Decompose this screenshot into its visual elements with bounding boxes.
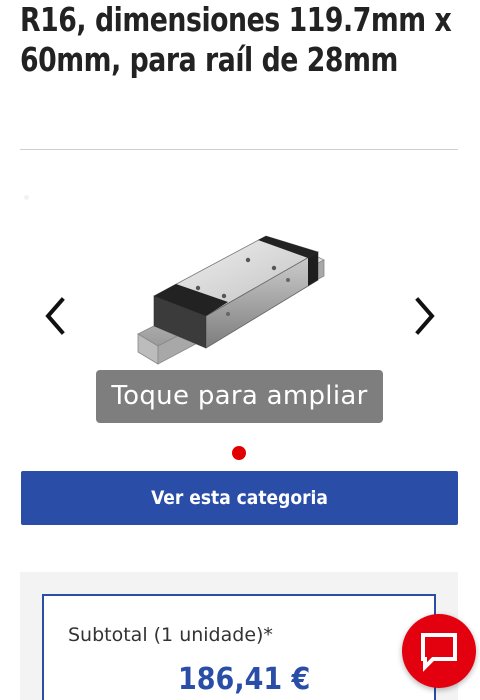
gallery-next-button[interactable] — [404, 296, 444, 336]
divider — [20, 149, 458, 150]
product-image[interactable] — [128, 222, 342, 382]
decorative-dot — [24, 195, 29, 200]
zoom-hint-tooltip[interactable]: Toque para ampliar — [96, 370, 383, 423]
gallery-pager-dot-active[interactable] — [232, 446, 246, 460]
subtotal-label: Subtotal (1 unidade)* — [68, 624, 273, 646]
subtotal-box: Subtotal (1 unidade)* 186,41 € — [42, 594, 436, 700]
chat-button[interactable] — [402, 614, 476, 688]
chevron-left-icon — [45, 297, 65, 335]
gallery-prev-button[interactable] — [36, 296, 76, 336]
chevron-right-icon — [415, 297, 435, 335]
chat-icon — [421, 633, 457, 672]
linear-guide-carriage-image — [137, 235, 325, 365]
view-category-button[interactable]: Ver esta categoria — [21, 471, 458, 525]
product-page: R16, dimensiones 119.7mm x 60mm, para ra… — [0, 0, 480, 700]
product-title: R16, dimensiones 119.7mm x 60mm, para ra… — [20, 0, 452, 79]
subtotal-value: 186,41 € — [178, 662, 311, 697]
